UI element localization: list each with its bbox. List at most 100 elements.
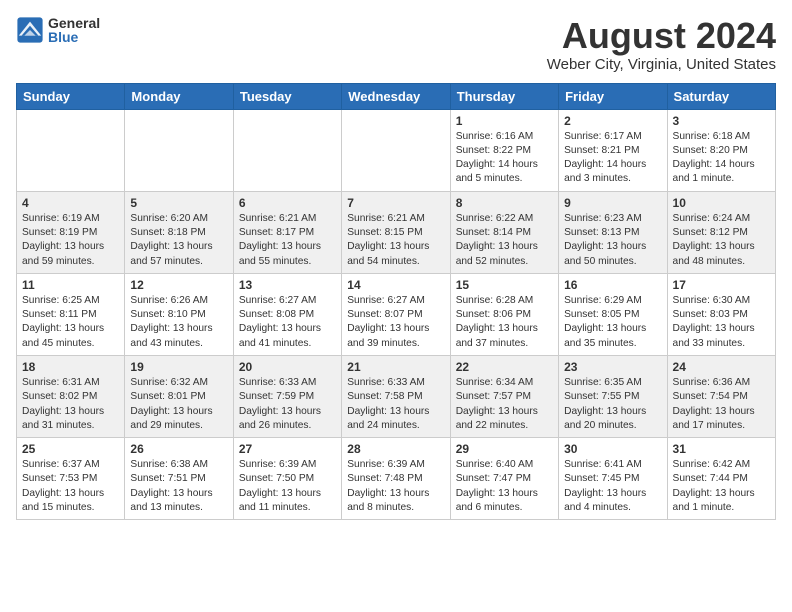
calendar-cell: 10Sunrise: 6:24 AM Sunset: 8:12 PM Dayli… — [667, 191, 775, 273]
calendar-cell: 19 Sunrise: 6:32 AM Sunset: 8:01 PM Dayli… — [125, 355, 233, 437]
day-number: 6 — [239, 196, 336, 210]
day-info: Sunrise: 6:33 AM Sunset: 7:58 PM Dayligh… — [347, 376, 444, 433]
day-number: 4 — [22, 196, 119, 210]
col-saturday: Saturday — [667, 83, 775, 109]
day-info: Sunrise: 6:34 AM Sunset: 7:57 PM Dayligh… — [456, 376, 553, 433]
calendar: Sunday Monday Tuesday Wednesday Thursday… — [16, 83, 776, 521]
calendar-cell: 22 Sunrise: 6:34 AM Sunset: 7:57 PM Dayli… — [450, 355, 558, 437]
day-info: Sunrise: 6:30 AM Sunset: 8:03 PM Dayligh… — [673, 294, 770, 351]
calendar-cell: 8Sunrise: 6:22 AM Sunset: 8:14 PM Daylig… — [450, 191, 558, 273]
day-number: 8 — [456, 196, 553, 210]
logo-general-label: General — [48, 16, 100, 30]
calendar-cell: 17 Sunrise: 6:30 AM Sunset: 8:03 PM Dayli… — [667, 273, 775, 355]
main-title: August 2024 — [547, 16, 776, 56]
day-number: 25 — [22, 442, 119, 456]
calendar-cell: 3Sunrise: 6:18 AM Sunset: 8:20 PM Daylig… — [667, 109, 775, 191]
day-number: 14 — [347, 278, 444, 292]
calendar-cell: 29Sunrise: 6:40 AM Sunset: 7:47 PM Dayli… — [450, 438, 558, 520]
calendar-cell — [233, 109, 341, 191]
day-number: 12 — [130, 278, 227, 292]
logo-icon — [16, 16, 44, 44]
calendar-cell: 28 Sunrise: 6:39 AM Sunset: 7:48 PM Dayli… — [342, 438, 450, 520]
day-info: Sunrise: 6:42 AM Sunset: 7:44 PM Dayligh… — [673, 458, 770, 515]
logo: General Blue — [16, 16, 100, 44]
calendar-cell — [342, 109, 450, 191]
day-info: Sunrise: 6:33 AM Sunset: 7:59 PM Dayligh… — [239, 376, 336, 433]
subtitle: Weber City, Virginia, United States — [547, 56, 776, 73]
day-number: 24 — [673, 360, 770, 374]
day-info: Sunrise: 6:26 AM Sunset: 8:10 PM Dayligh… — [130, 294, 227, 351]
day-info: Sunrise: 6:29 AM Sunset: 8:05 PM Dayligh… — [564, 294, 661, 351]
day-info: Sunrise: 6:35 AM Sunset: 7:55 PM Dayligh… — [564, 376, 661, 433]
calendar-cell: 11 Sunrise: 6:25 AM Sunset: 8:11 PM Dayli… — [17, 273, 125, 355]
calendar-cell: 1 Sunrise: 6:16 AM Sunset: 8:22 PM Daylig… — [450, 109, 558, 191]
col-friday: Friday — [559, 83, 667, 109]
calendar-cell: 13 Sunrise: 6:27 AM Sunset: 8:08 PM Dayli… — [233, 273, 341, 355]
day-info: Sunrise: 6:25 AM Sunset: 8:11 PM Dayligh… — [22, 294, 119, 351]
calendar-cell: 27Sunrise: 6:39 AM Sunset: 7:50 PM Dayli… — [233, 438, 341, 520]
day-info: Sunrise: 6:27 AM Sunset: 8:08 PM Dayligh… — [239, 294, 336, 351]
day-number: 22 — [456, 360, 553, 374]
logo-text: General Blue — [48, 16, 100, 44]
day-number: 3 — [673, 114, 770, 128]
calendar-cell: 4Sunrise: 6:19 AM Sunset: 8:19 PM Daylig… — [17, 191, 125, 273]
col-tuesday: Tuesday — [233, 83, 341, 109]
calendar-cell: 9 Sunrise: 6:23 AM Sunset: 8:13 PM Daylig… — [559, 191, 667, 273]
day-number: 11 — [22, 278, 119, 292]
day-number: 15 — [456, 278, 553, 292]
calendar-cell — [17, 109, 125, 191]
day-info: Sunrise: 6:28 AM Sunset: 8:06 PM Dayligh… — [456, 294, 553, 351]
day-number: 27 — [239, 442, 336, 456]
day-number: 7 — [347, 196, 444, 210]
day-info: Sunrise: 6:36 AM Sunset: 7:54 PM Dayligh… — [673, 376, 770, 433]
day-number: 20 — [239, 360, 336, 374]
calendar-cell: 31 Sunrise: 6:42 AM Sunset: 7:44 PM Dayli… — [667, 438, 775, 520]
calendar-cell: 18Sunrise: 6:31 AM Sunset: 8:02 PM Dayli… — [17, 355, 125, 437]
calendar-cell: 25 Sunrise: 6:37 AM Sunset: 7:53 PM Dayli… — [17, 438, 125, 520]
day-info: Sunrise: 6:41 AM Sunset: 7:45 PM Dayligh… — [564, 458, 661, 515]
calendar-cell: 12 Sunrise: 6:26 AM Sunset: 8:10 PM Dayli… — [125, 273, 233, 355]
col-thursday: Thursday — [450, 83, 558, 109]
calendar-cell: 23 Sunrise: 6:35 AM Sunset: 7:55 PM Dayli… — [559, 355, 667, 437]
day-info: Sunrise: 6:21 AM Sunset: 8:17 PM Dayligh… — [239, 212, 336, 269]
calendar-cell: 21 Sunrise: 6:33 AM Sunset: 7:58 PM Dayli… — [342, 355, 450, 437]
calendar-cell: 30 Sunrise: 6:41 AM Sunset: 7:45 PM Dayli… — [559, 438, 667, 520]
day-info: Sunrise: 6:23 AM Sunset: 8:13 PM Dayligh… — [564, 212, 661, 269]
day-info: Sunrise: 6:17 AM Sunset: 8:21 PM Dayligh… — [564, 130, 661, 187]
day-number: 5 — [130, 196, 227, 210]
day-info: Sunrise: 6:20 AM Sunset: 8:18 PM Dayligh… — [130, 212, 227, 269]
day-info: Sunrise: 6:24 AM Sunset: 8:12 PM Dayligh… — [673, 212, 770, 269]
logo-blue-label: Blue — [48, 30, 100, 44]
day-number: 18 — [22, 360, 119, 374]
day-number: 26 — [130, 442, 227, 456]
day-number: 9 — [564, 196, 661, 210]
day-number: 31 — [673, 442, 770, 456]
calendar-week-4: 18Sunrise: 6:31 AM Sunset: 8:02 PM Dayli… — [17, 355, 776, 437]
day-number: 2 — [564, 114, 661, 128]
calendar-cell: 26Sunrise: 6:38 AM Sunset: 7:51 PM Dayli… — [125, 438, 233, 520]
day-info: Sunrise: 6:32 AM Sunset: 8:01 PM Dayligh… — [130, 376, 227, 433]
calendar-cell — [125, 109, 233, 191]
day-number: 30 — [564, 442, 661, 456]
day-number: 19 — [130, 360, 227, 374]
day-number: 17 — [673, 278, 770, 292]
calendar-week-2: 4Sunrise: 6:19 AM Sunset: 8:19 PM Daylig… — [17, 191, 776, 273]
day-info: Sunrise: 6:40 AM Sunset: 7:47 PM Dayligh… — [456, 458, 553, 515]
day-number: 21 — [347, 360, 444, 374]
day-info: Sunrise: 6:16 AM Sunset: 8:22 PM Dayligh… — [456, 130, 553, 187]
calendar-cell: 14Sunrise: 6:27 AM Sunset: 8:07 PM Dayli… — [342, 273, 450, 355]
calendar-week-1: 1 Sunrise: 6:16 AM Sunset: 8:22 PM Daylig… — [17, 109, 776, 191]
header: General Blue August 2024 Weber City, Vir… — [16, 16, 776, 73]
calendar-cell: 24 Sunrise: 6:36 AM Sunset: 7:54 PM Dayli… — [667, 355, 775, 437]
day-number: 13 — [239, 278, 336, 292]
day-info: Sunrise: 6:37 AM Sunset: 7:53 PM Dayligh… — [22, 458, 119, 515]
day-number: 1 — [456, 114, 553, 128]
day-number: 23 — [564, 360, 661, 374]
day-info: Sunrise: 6:21 AM Sunset: 8:15 PM Dayligh… — [347, 212, 444, 269]
day-info: Sunrise: 6:39 AM Sunset: 7:48 PM Dayligh… — [347, 458, 444, 515]
calendar-cell: 7 Sunrise: 6:21 AM Sunset: 8:15 PM Daylig… — [342, 191, 450, 273]
page: General Blue August 2024 Weber City, Vir… — [0, 0, 792, 530]
day-number: 28 — [347, 442, 444, 456]
header-row: Sunday Monday Tuesday Wednesday Thursday… — [17, 83, 776, 109]
col-sunday: Sunday — [17, 83, 125, 109]
